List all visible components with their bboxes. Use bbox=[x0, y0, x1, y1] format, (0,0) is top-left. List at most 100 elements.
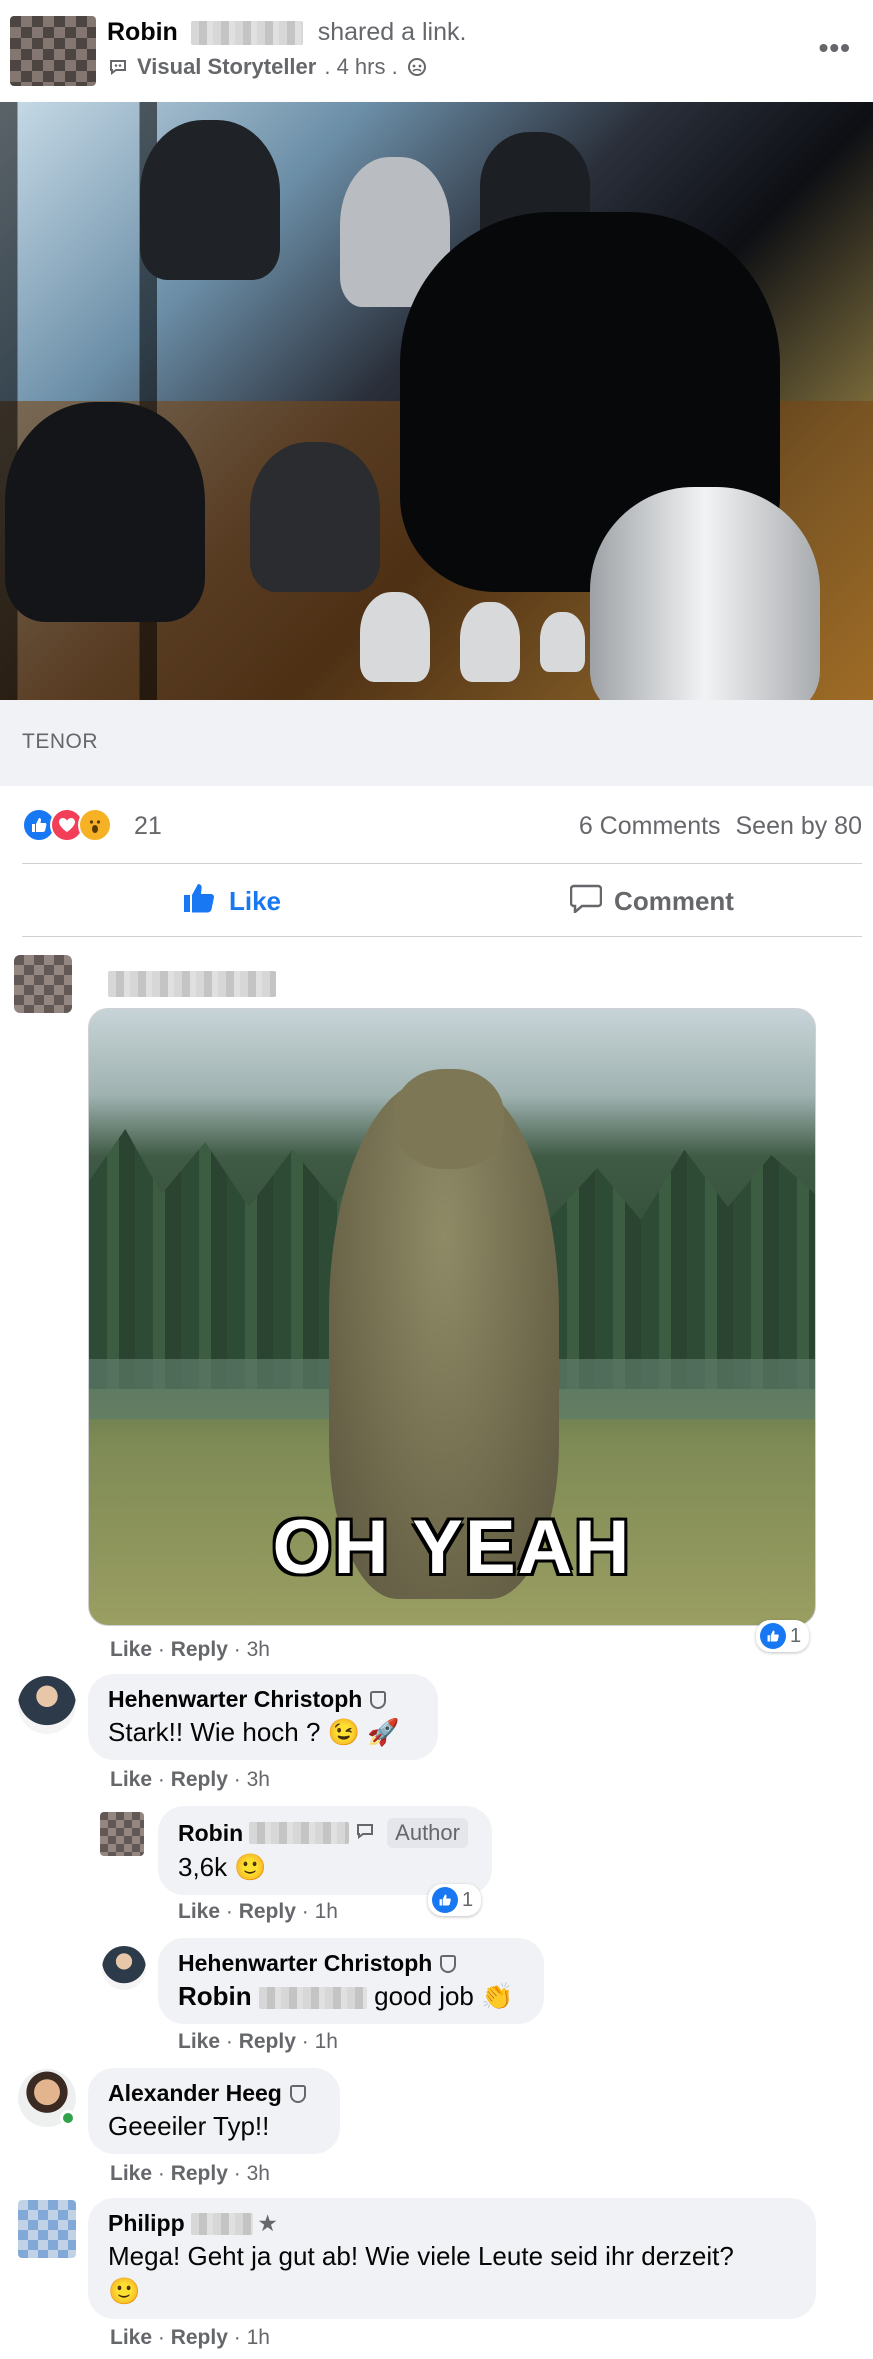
comment-reaction-count: 1 bbox=[790, 1624, 802, 1647]
like-reaction-icon bbox=[760, 1623, 786, 1649]
comment-reply-link[interactable]: Reply bbox=[171, 2326, 228, 2349]
commenter-avatar[interactable] bbox=[102, 1946, 146, 1990]
commenter-avatar[interactable] bbox=[14, 955, 72, 1013]
comment-reaction-badge[interactable]: 1 bbox=[428, 1884, 482, 1916]
thumbs-up-icon bbox=[183, 883, 217, 920]
comment-emoji: 🙂 bbox=[108, 2276, 141, 2306]
comment-author[interactable]: Robin bbox=[178, 1820, 243, 1847]
comment-reply-link[interactable]: Reply bbox=[171, 1768, 228, 1791]
post-author-line: Robin shared a link. bbox=[107, 18, 466, 47]
divider bbox=[22, 863, 862, 864]
comment-actions: Like · Reply · 3h bbox=[110, 1768, 270, 1791]
comment-time[interactable]: 3h bbox=[247, 1768, 270, 1791]
redacted-surname bbox=[249, 1822, 350, 1844]
comment-reply-link[interactable]: Reply bbox=[171, 2162, 228, 2185]
author-avatar[interactable] bbox=[10, 16, 96, 86]
comment-like-link[interactable]: Like bbox=[110, 1768, 152, 1791]
comment-time[interactable]: 1h bbox=[315, 1900, 338, 1923]
comment-actions: Like · Reply · 1h bbox=[178, 2030, 338, 2053]
like-button[interactable]: Like bbox=[22, 866, 442, 936]
shield-icon bbox=[440, 1954, 457, 1973]
link-source-bar[interactable]: TENOR bbox=[0, 700, 873, 786]
comment-author-line: Hehenwarter Christoph bbox=[108, 1686, 418, 1713]
storyteller-badge-icon bbox=[355, 1820, 375, 1847]
shield-icon bbox=[370, 1690, 387, 1709]
seen-count[interactable]: Seen by 80 bbox=[736, 812, 863, 840]
comment-like-link[interactable]: Like bbox=[110, 2162, 152, 2185]
comment-bubble: Hehenwarter Christoph Robin good job 👏 bbox=[158, 1938, 544, 2024]
reactions-summary: 21 6 Comments Seen by 80 bbox=[22, 800, 862, 850]
storyteller-badge-icon bbox=[107, 56, 129, 78]
comment-count[interactable]: 6 Comments bbox=[579, 812, 721, 840]
comment-like-link[interactable]: Like bbox=[178, 1900, 220, 1923]
comment-like-link[interactable]: Like bbox=[110, 1638, 152, 1661]
more-options-button[interactable]: ••• bbox=[819, 32, 851, 64]
comment-reaction-count: 1 bbox=[462, 1888, 474, 1911]
comment-gif[interactable]: OH YEAH bbox=[88, 1008, 816, 1626]
bell-graphic bbox=[360, 592, 430, 682]
comment-author[interactable]: Hehenwarter Christoph bbox=[108, 1686, 362, 1713]
comment-bubble: Alexander Heeg Geeeiler Typ!! bbox=[88, 2068, 340, 2154]
comment-reply-link[interactable]: Reply bbox=[171, 1638, 228, 1661]
comment-reaction-badge[interactable]: 1 bbox=[756, 1620, 810, 1652]
comment-time[interactable]: 3h bbox=[247, 2162, 270, 2185]
reaction-icons[interactable] bbox=[22, 808, 112, 842]
comment-like-link[interactable]: Like bbox=[110, 2326, 152, 2349]
bear-head-graphic bbox=[394, 1069, 504, 1169]
redacted-surname bbox=[190, 2212, 253, 2235]
comment-bubble: Philipp ★ Mega! Geht ja gut ab! Wie viel… bbox=[88, 2198, 816, 2319]
reaction-count[interactable]: 21 bbox=[134, 812, 162, 841]
shield-icon bbox=[289, 2084, 306, 2103]
comment-like-link[interactable]: Like bbox=[178, 2030, 220, 2053]
comment-text-line: Robin good job 👏 bbox=[178, 1981, 524, 2012]
wow-reaction-icon bbox=[78, 808, 112, 842]
comment-text: good job 👏 bbox=[374, 1981, 514, 2011]
comment-text: Mega! Geht ja gut ab! Wie viele Leute se… bbox=[108, 2241, 734, 2271]
redacted-commenter-name bbox=[108, 971, 276, 997]
star-icon: ★ bbox=[258, 2213, 277, 2235]
comment-author[interactable]: Alexander Heeg bbox=[108, 2080, 282, 2107]
commenter-avatar[interactable] bbox=[18, 2200, 76, 2258]
comment-actions: Like · Reply · 3h bbox=[110, 2162, 270, 2185]
post-meta: Visual Storyteller . 4 hrs . bbox=[107, 54, 428, 80]
comment-button[interactable]: Comment bbox=[442, 866, 862, 936]
comment-reply-link[interactable]: Reply bbox=[239, 2030, 296, 2053]
comment-text: 3,6k 🙂 bbox=[178, 1852, 267, 1882]
comment-label: Comment bbox=[614, 885, 734, 916]
comment-bubble: Robin Author 3,6k 🙂 bbox=[158, 1806, 492, 1895]
post-time[interactable]: . 4 hrs . bbox=[324, 54, 397, 80]
online-status-dot bbox=[60, 2110, 76, 2126]
group-audience-icon bbox=[406, 56, 428, 78]
comment-icon bbox=[569, 883, 603, 920]
comment-time[interactable]: 1h bbox=[247, 2326, 270, 2349]
comment-author-line: Robin Author bbox=[178, 1818, 472, 1848]
bell-graphic bbox=[590, 487, 820, 700]
gif-caption: OH YEAH bbox=[272, 1505, 632, 1590]
comment-time[interactable]: 3h bbox=[247, 1638, 270, 1661]
comment-actions: Like · Reply · 3h bbox=[110, 1638, 270, 1661]
author-badge: Author bbox=[387, 1818, 468, 1848]
comment-reply-link[interactable]: Reply bbox=[239, 1900, 296, 1923]
comment-mention[interactable]: Robin bbox=[178, 1981, 252, 2011]
post-actions: Like Comment bbox=[22, 866, 862, 936]
comment-author-line: Philipp ★ bbox=[108, 2210, 796, 2237]
bell-graphic bbox=[460, 602, 520, 682]
storyteller-badge[interactable]: Visual Storyteller bbox=[137, 54, 316, 80]
bell-graphic bbox=[250, 442, 380, 592]
comment-author-line: Alexander Heeg bbox=[108, 2080, 320, 2107]
comment-author[interactable]: Hehenwarter Christoph bbox=[178, 1950, 432, 1977]
bell-graphic bbox=[140, 120, 280, 280]
comment-author-line: Hehenwarter Christoph bbox=[178, 1950, 524, 1977]
link-preview-image[interactable] bbox=[0, 102, 873, 700]
like-label: Like bbox=[228, 885, 282, 916]
comment-time[interactable]: 1h bbox=[315, 2030, 338, 2053]
commenter-avatar[interactable] bbox=[100, 1812, 144, 1856]
comment-text: Geeeiler Typ!! bbox=[108, 2111, 270, 2141]
bell-graphic bbox=[5, 402, 205, 622]
comment-author[interactable]: Philipp bbox=[108, 2210, 185, 2237]
like-reaction-icon bbox=[432, 1887, 458, 1913]
commenter-avatar[interactable] bbox=[18, 1676, 76, 1734]
redacted-surname bbox=[258, 1987, 367, 2010]
post-author-name[interactable]: Robin bbox=[107, 18, 178, 46]
comment-actions: Like · Reply · 1h bbox=[110, 2326, 270, 2349]
